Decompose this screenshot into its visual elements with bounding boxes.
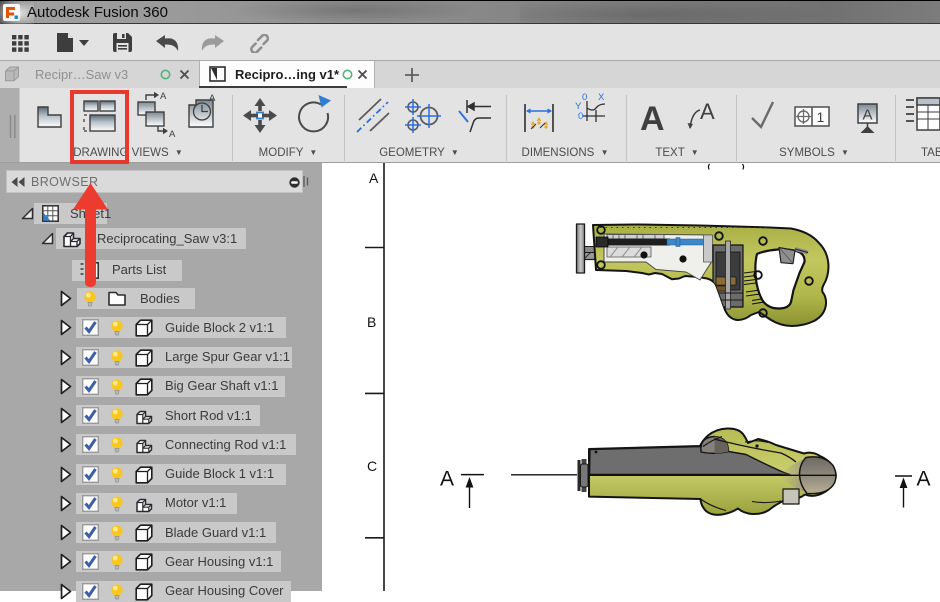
svg-text:1: 1 <box>817 109 825 125</box>
svg-text:A: A <box>863 107 873 124</box>
svg-text:X: X <box>598 92 605 103</box>
svg-text:A: A <box>640 100 665 138</box>
svg-text:0: 0 <box>578 111 583 122</box>
svg-text:A: A <box>169 129 176 140</box>
svg-text:A: A <box>440 468 454 491</box>
svg-text:A: A <box>209 93 216 104</box>
svg-text:A: A <box>700 99 715 124</box>
svg-text:A: A <box>917 468 931 491</box>
svg-text:A: A <box>160 91 167 102</box>
